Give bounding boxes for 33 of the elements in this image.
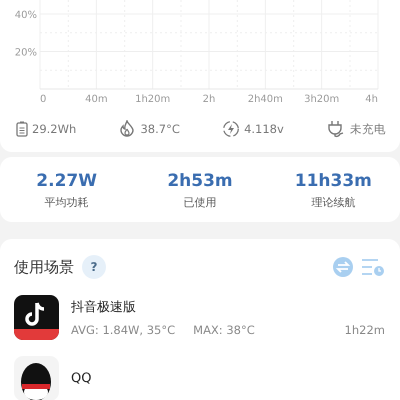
- axis-tick-label: 4h: [365, 94, 378, 105]
- flame-icon: [118, 120, 136, 138]
- axis-tick-label: 0: [40, 94, 46, 105]
- summary-label: 已使用: [183, 195, 216, 210]
- sort-time-icon[interactable]: [361, 257, 385, 277]
- section-title: 使用场景: [14, 258, 74, 276]
- app-name: 抖音极速版: [71, 299, 137, 316]
- axis-tick-label: 40m: [85, 94, 108, 105]
- axis-tick-label: 3h20m: [304, 94, 340, 105]
- axis-tick-label: 2h: [202, 94, 216, 105]
- app-duration: 1h22m: [344, 323, 385, 337]
- swap-icon[interactable]: [333, 257, 353, 277]
- summary-value: 2h53m: [167, 171, 233, 191]
- summary-value: 2.27W: [36, 171, 97, 191]
- summary-label: 平均功耗: [44, 195, 89, 210]
- app-average: AVG: 1.84W, 35°C: [71, 323, 176, 337]
- axis-tick-label: 20%: [14, 48, 37, 58]
- summary-value: 11h33m: [294, 171, 372, 191]
- axis-tick-label: 40%: [14, 10, 37, 21]
- axis-tick-label: 1h20m: [135, 94, 170, 105]
- app-icon: [14, 295, 59, 340]
- stat-value: 4.118v: [244, 122, 284, 136]
- summary-label: 理论续航: [311, 195, 356, 210]
- stat-value: 29.2Wh: [32, 122, 76, 136]
- app-max: MAX: 38°C: [193, 323, 255, 337]
- stat-value: 38.7°C: [140, 122, 180, 136]
- plug-icon: [326, 120, 346, 138]
- axis-tick-label: 2h40m: [248, 94, 283, 105]
- battery-icon: [16, 121, 28, 137]
- app-name: QQ: [71, 371, 92, 386]
- bolt-icon: [222, 120, 240, 138]
- help-button[interactable]: ?: [82, 255, 106, 279]
- stat-value: 未充电: [350, 122, 386, 136]
